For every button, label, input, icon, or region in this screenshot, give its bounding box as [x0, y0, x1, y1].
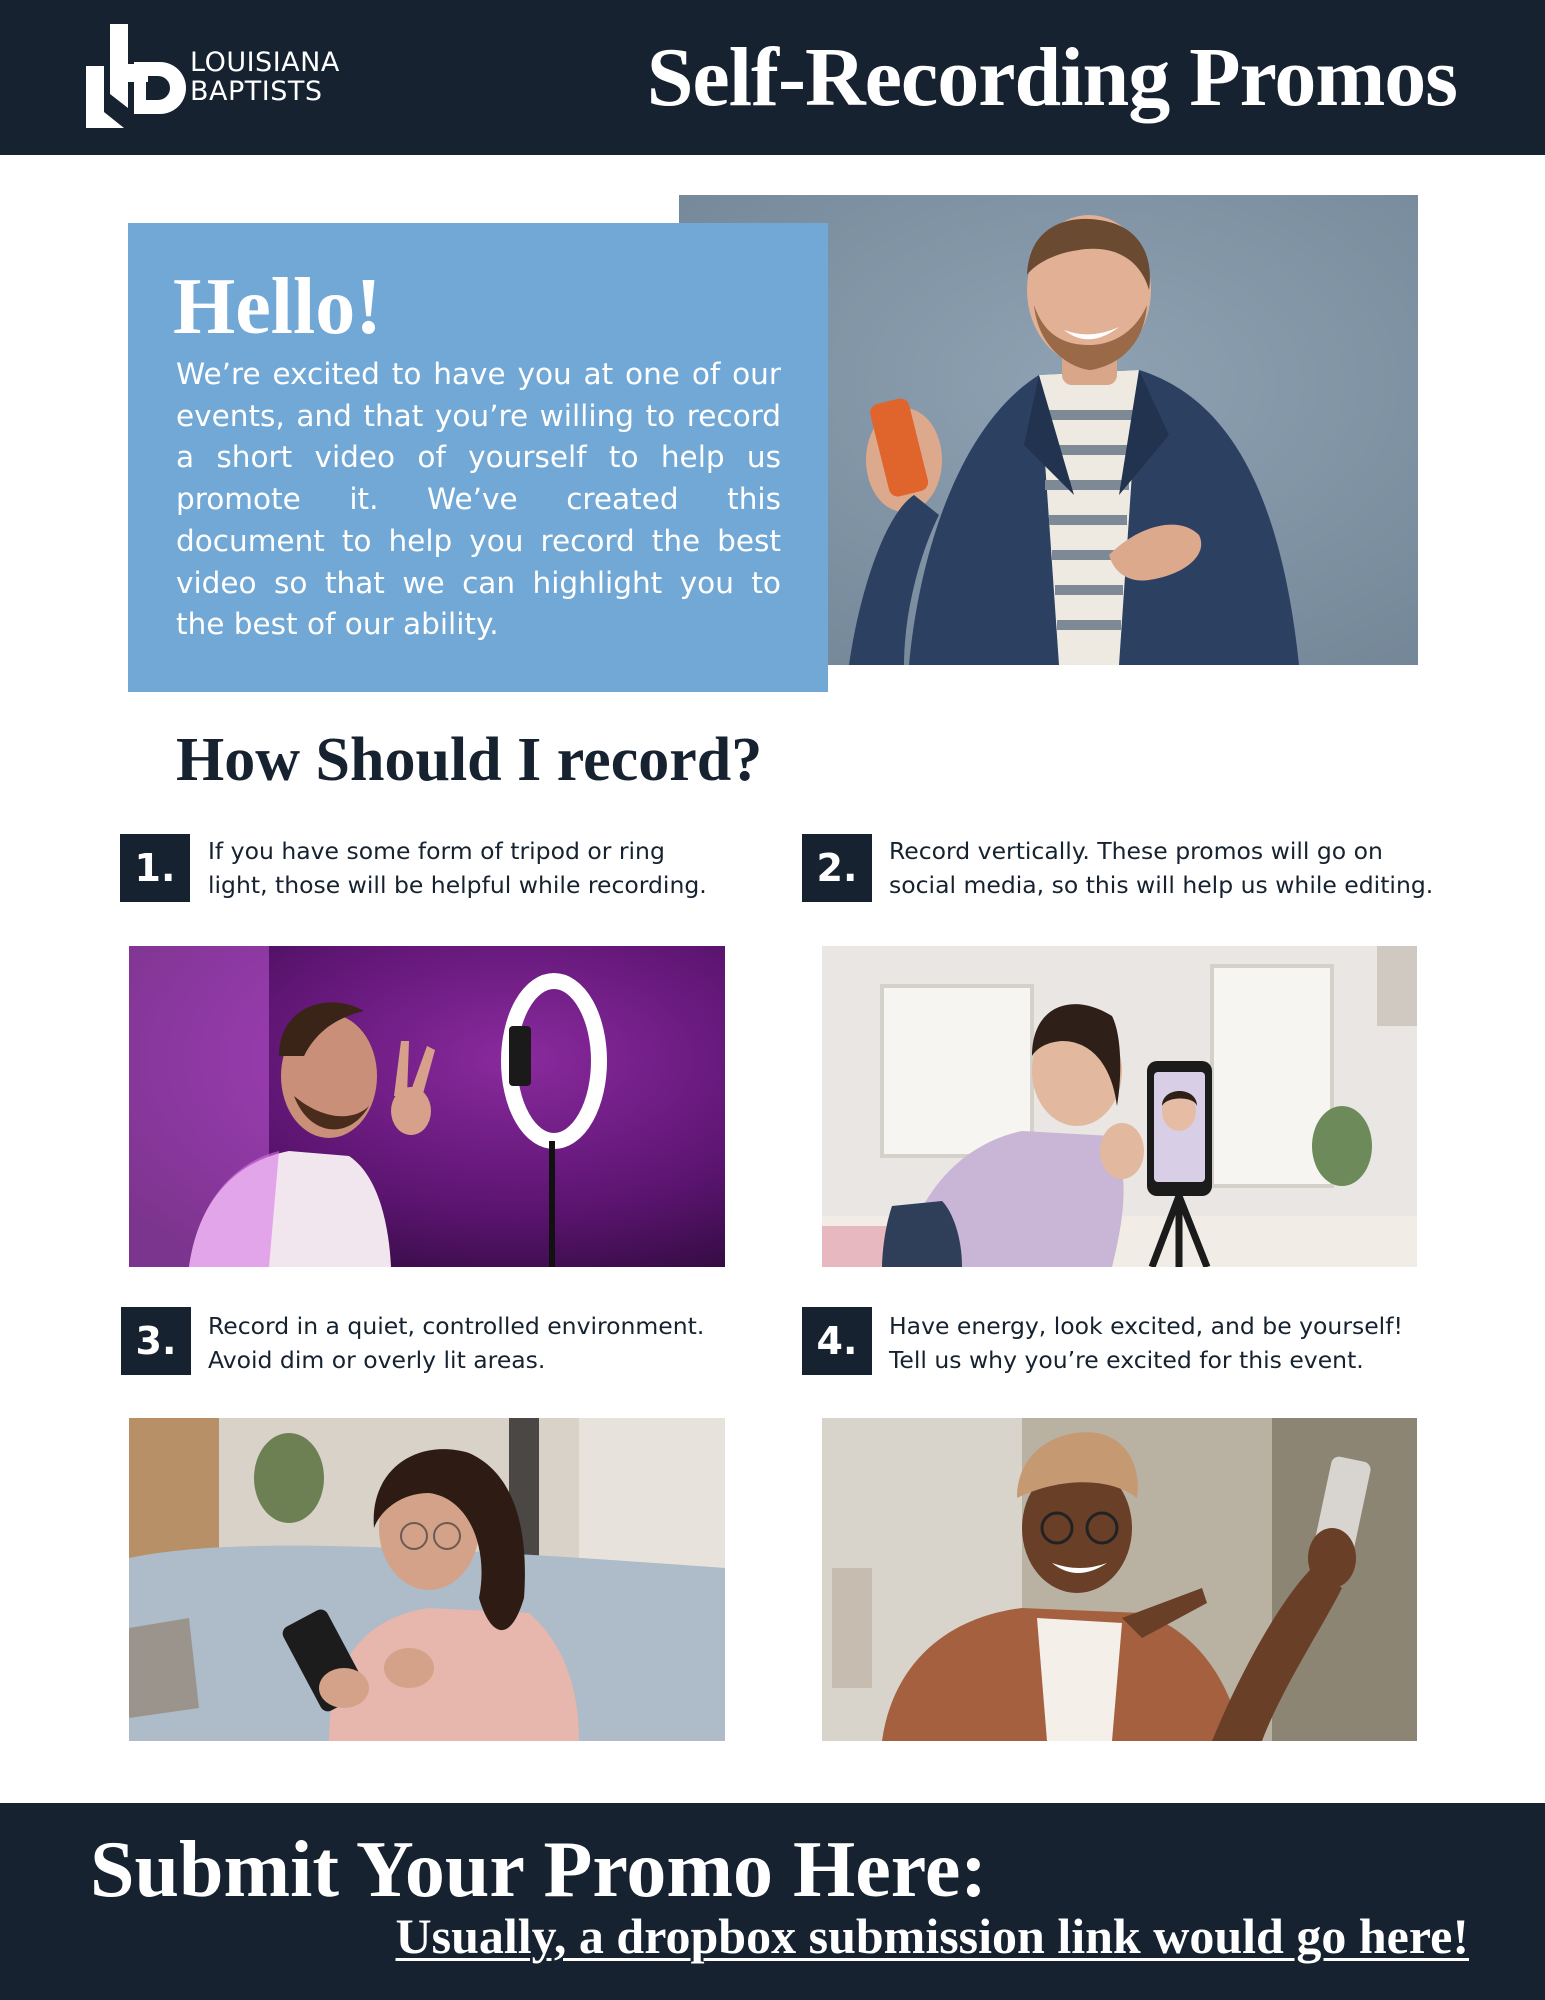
step-1-badge: 1. [120, 834, 190, 902]
step-4-badge: 4. [802, 1307, 872, 1375]
step-3-text: Record in a quiet, controlled environmen… [208, 1309, 768, 1377]
logo-line-1: LOUISIANA [190, 47, 340, 78]
step-3-line-1: Record in a quiet, controlled environmen… [208, 1312, 705, 1340]
step-2-text: Record vertically. These promos will go … [889, 834, 1449, 902]
dropbox-submission-link[interactable]: Usually, a dropbox submission link would… [396, 1906, 1470, 1966]
logo-line-2: BAPTISTS [190, 76, 323, 107]
intro-heading: Hello! [173, 263, 382, 351]
step-3-badge: 3. [121, 1307, 191, 1375]
step-1-line-2: light, those will be helpful while recor… [208, 871, 707, 899]
energetic-selfie-photo [822, 1418, 1417, 1741]
step-4-text: Have energy, look excited, and be yourse… [889, 1309, 1449, 1377]
louisiana-baptists-logo-icon [86, 24, 196, 130]
step-4-line-1: Have energy, look excited, and be yourse… [889, 1312, 1403, 1340]
quiet-environment-photo [129, 1418, 725, 1741]
step-2-badge: 2. [802, 834, 872, 902]
step-2-line-2: social media, so this will help us while… [889, 871, 1434, 899]
logo-wordmark: LOUISIANA BAPTISTS [190, 48, 340, 106]
page-title: Self-Recording Promos [646, 31, 1458, 124]
submit-heading: Submit Your Promo Here: [90, 1826, 987, 1914]
intro-body: We’re excited to have you at one of our … [176, 357, 781, 642]
step-1-line-1: If you have some form of tripod or ring [208, 837, 665, 865]
section-title: How Should I record? [176, 726, 763, 794]
step-4-line-2: Tell us why you’re excited for this even… [889, 1346, 1364, 1374]
ring-light-photo [129, 946, 725, 1267]
vertical-recording-photo [822, 946, 1417, 1267]
step-3-line-2: Avoid dim or overly lit areas. [208, 1346, 546, 1374]
step-2-line-1: Record vertically. These promos will go … [889, 837, 1383, 865]
step-1-text: If you have some form of tripod or ring … [208, 834, 768, 902]
